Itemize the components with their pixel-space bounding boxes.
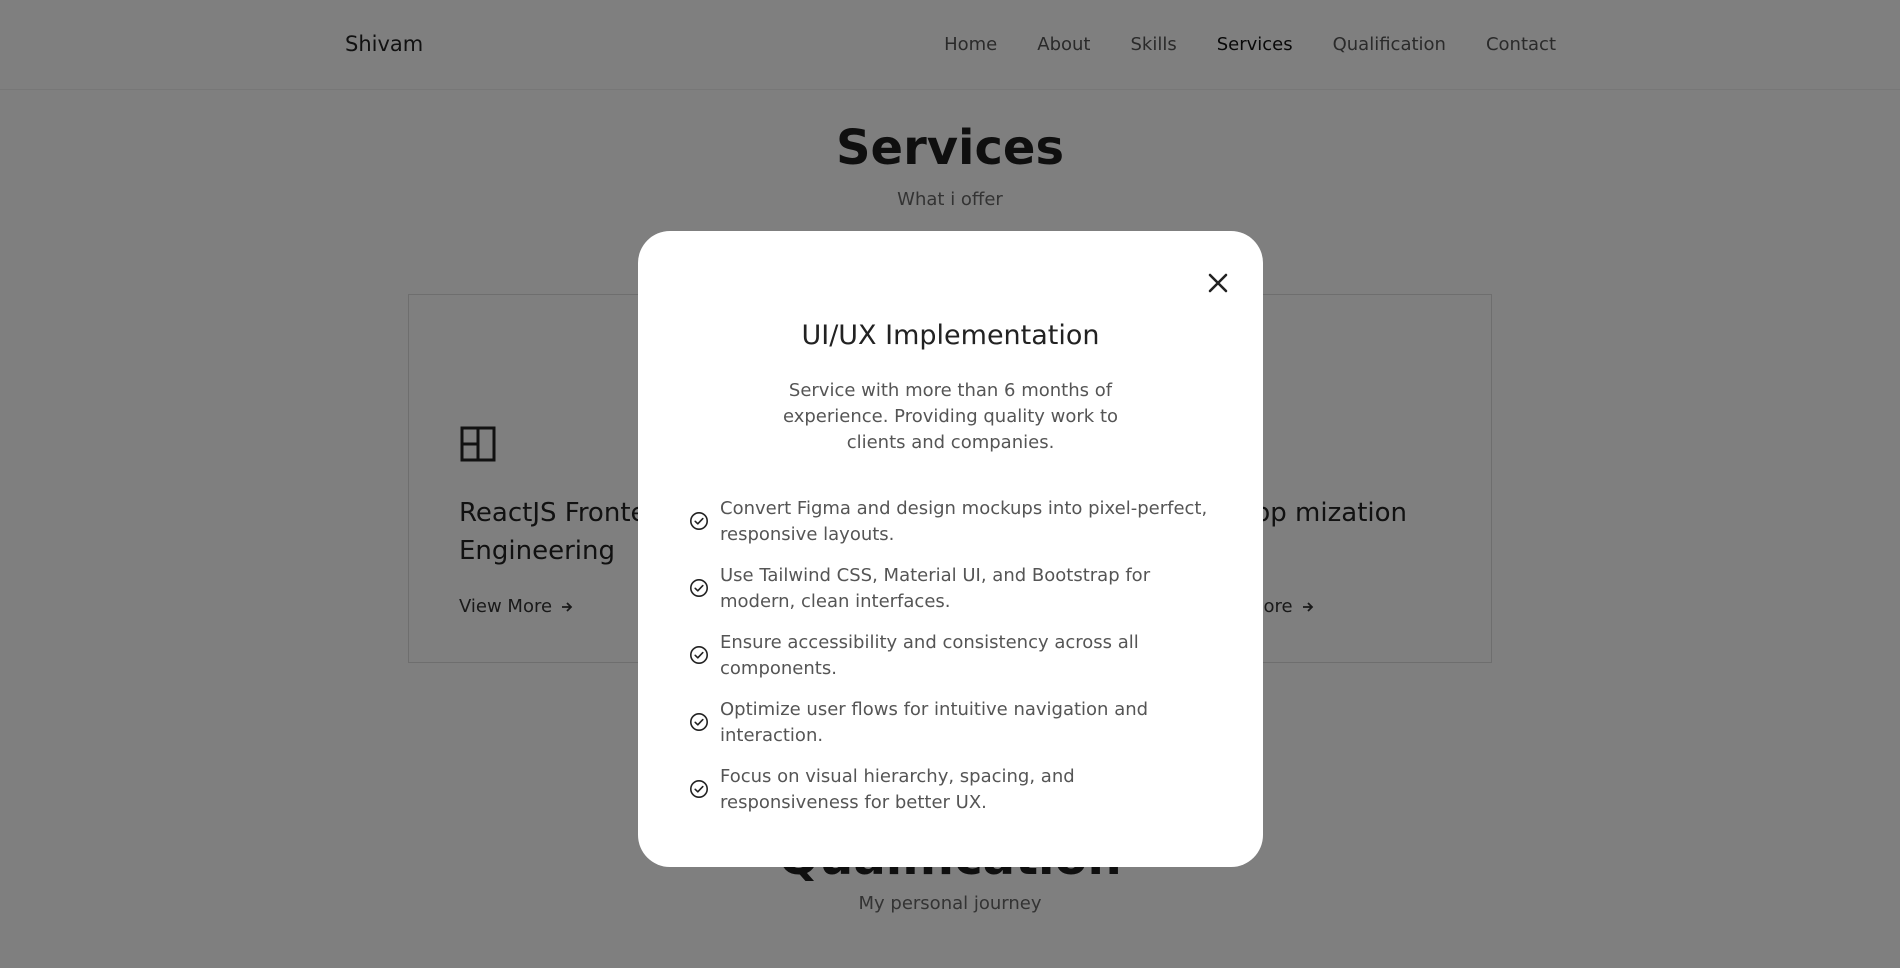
modal-description: Service with more than 6 months of exper… [782, 380, 1119, 453]
modal-title: UI/UX Implementation [801, 320, 1100, 351]
list-item-text: Ensure accessibility and consistency acr… [720, 632, 1139, 679]
list-item-text: Convert Figma and design mockups into pi… [720, 498, 1208, 545]
list-item-text: Optimize user flows for intuitive naviga… [720, 699, 1149, 746]
list-item-text: Focus on visual hierarchy, spacing, and … [720, 766, 1075, 813]
check-circle-icon [690, 646, 708, 664]
list-item: Optimize user flows for intuitive naviga… [689, 697, 1219, 764]
check-circle-icon [690, 579, 708, 597]
check-circle-icon [690, 512, 708, 530]
list-item-text: Use Tailwind CSS, Material UI, and Boots… [720, 565, 1151, 612]
list-item: Focus on visual hierarchy, spacing, and … [689, 764, 1219, 831]
page: Shivam Home About Skills Services Qualif… [0, 0, 1900, 968]
check-circle-icon [690, 713, 708, 731]
list-item: Convert Figma and design mockups into pi… [689, 496, 1219, 563]
check-circle-icon [690, 780, 708, 798]
list-item: Ensure accessibility and consistency acr… [689, 630, 1219, 697]
modal-feature-list: Convert Figma and design mockups into pi… [689, 496, 1219, 831]
list-item: Use Tailwind CSS, Material UI, and Boots… [689, 563, 1219, 630]
close-icon[interactable] [1205, 270, 1231, 296]
